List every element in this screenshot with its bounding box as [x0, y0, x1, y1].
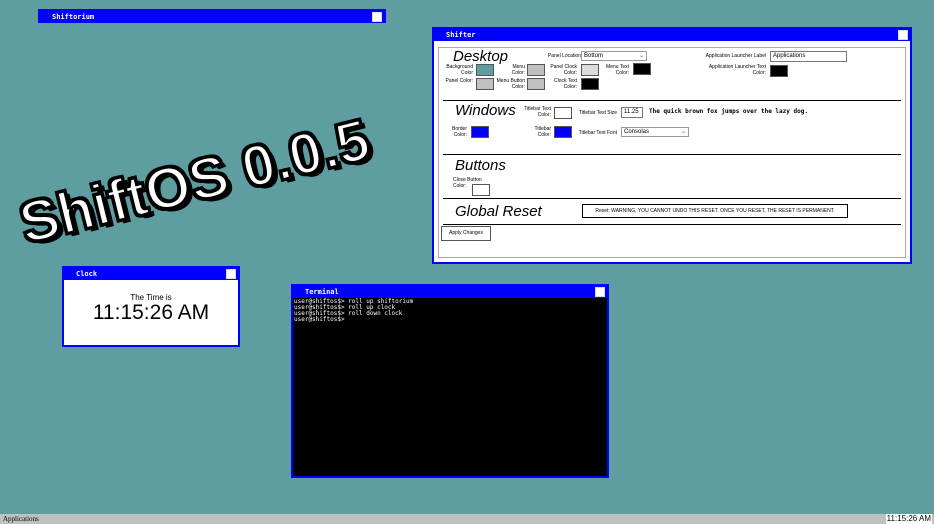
launcher-text-color-label: Application Launcher Text Color:	[708, 64, 766, 76]
titlebar-text-color-label: Titlebar Text Color:	[524, 106, 551, 118]
shifter-content: Desktop Panel Location Bottom ⌄ Applicat…	[438, 47, 906, 258]
taskbar-clock: 11:15:26 AM	[885, 514, 932, 524]
shifter-window: Shifter Desktop Panel Location Bottom ⌄ …	[432, 27, 912, 264]
desktop-section: Desktop Panel Location Bottom ⌄ Applicat…	[443, 48, 901, 101]
chevron-down-icon: ⌄	[638, 53, 644, 59]
titlebar-text-size-label: Titlebar Text Size	[578, 110, 617, 116]
terminal-close-button[interactable]	[595, 287, 605, 297]
shifter-close-button[interactable]	[898, 30, 908, 40]
apply-changes-button[interactable]: Apply Changes	[441, 226, 491, 241]
taskbar: Applications 11:15:26 AM	[0, 514, 934, 524]
menu-button-color-swatch[interactable]	[527, 78, 545, 90]
border-color-swatch[interactable]	[471, 126, 489, 138]
titlebar-text-font-select[interactable]: Consolas ⌄	[621, 127, 689, 137]
shiftorium-window[interactable]: Shiftorium	[38, 9, 386, 23]
titlebar-color-label: Titlebar Color:	[534, 126, 552, 138]
launcher-label-label: Application Launcher Label	[705, 53, 766, 59]
clock-close-button[interactable]	[226, 269, 236, 279]
panel-location-label: Panel Location	[547, 53, 581, 59]
clock-text-color-label: Clock Text Color:	[554, 78, 577, 90]
shiftos-version-banner: ShiftOS 0.0.5	[0, 26, 485, 314]
titlebar-text-font-value: Consolas	[624, 129, 650, 135]
shiftorium-title: Shiftorium	[52, 13, 95, 21]
menu-color-label: Menu Color:	[511, 64, 525, 76]
background-color-swatch[interactable]	[476, 64, 494, 76]
titlebar-text-color-swatch[interactable]	[554, 107, 572, 119]
buttons-section: Buttons Close Button Color:	[443, 156, 901, 199]
panel-clock-color-label: Panel Clock Color:	[550, 64, 577, 76]
menu-text-color-swatch[interactable]	[633, 63, 651, 75]
titlebar-text-size-input[interactable]: 11.25	[621, 107, 643, 118]
menu-color-swatch[interactable]	[527, 64, 545, 76]
titlebar-color-swatch[interactable]	[554, 126, 572, 138]
terminal-output[interactable]: user@shiftos$> roll up shiftorium user@s…	[294, 299, 413, 323]
launcher-label-input[interactable]: Applications	[770, 51, 847, 62]
shifter-titlebar[interactable]: Shifter	[434, 29, 910, 41]
banner-text: ShiftOS 0.0.5	[12, 105, 378, 258]
terminal-title: Terminal	[305, 288, 339, 296]
terminal-titlebar[interactable]: Terminal	[293, 286, 607, 298]
panel-location-select[interactable]: Bottom ⌄	[581, 51, 647, 61]
titlebar-text-font-label: Titlebar Text Font	[578, 130, 617, 136]
shiftorium-close-button[interactable]	[372, 12, 382, 22]
clock-text-color-swatch[interactable]	[581, 78, 599, 90]
panel-location-value: Bottom	[584, 53, 604, 59]
shiftorium-titlebar[interactable]: Shiftorium	[40, 11, 384, 23]
menu-text-color-label: Menu Text Color:	[606, 64, 629, 76]
applications-launcher[interactable]: Applications	[3, 515, 39, 524]
reset-section: Global Reset Reset: WARNING, YOU CANNOT …	[443, 200, 901, 225]
menu-button-color-label: Menu Button Color:	[496, 78, 525, 90]
launcher-label-value: Applications	[773, 53, 806, 59]
reset-heading: Global Reset	[455, 203, 542, 220]
reset-button[interactable]: Reset: WARNING, YOU CANNOT UNDO THIS RES…	[582, 204, 848, 218]
reset-button-label: Reset: WARNING, YOU CANNOT UNDO THIS RES…	[595, 208, 835, 214]
terminal-line: user@shiftos$>	[294, 316, 345, 323]
apply-changes-label: Apply Changes	[449, 230, 483, 236]
chevron-down-icon: ⌄	[680, 129, 686, 135]
titlebar-text-size-value: 11.25	[624, 109, 639, 115]
font-preview-text: The quick brown fox jumps over the lazy …	[649, 108, 808, 115]
panel-color-swatch[interactable]	[476, 78, 494, 90]
clock-time: 11:15:26 AM	[92, 301, 210, 324]
launcher-text-color-swatch[interactable]	[770, 65, 788, 77]
terminal-window: Terminal user@shiftos$> roll up shiftori…	[291, 284, 609, 478]
windows-section: Windows Titlebar Text Color: Titlebar Te…	[443, 102, 901, 155]
desktop-heading: Desktop	[453, 48, 509, 65]
windows-heading: Windows	[455, 102, 516, 119]
panel-clock-color-swatch[interactable]	[581, 64, 599, 76]
shifter-title: Shifter	[446, 31, 476, 39]
